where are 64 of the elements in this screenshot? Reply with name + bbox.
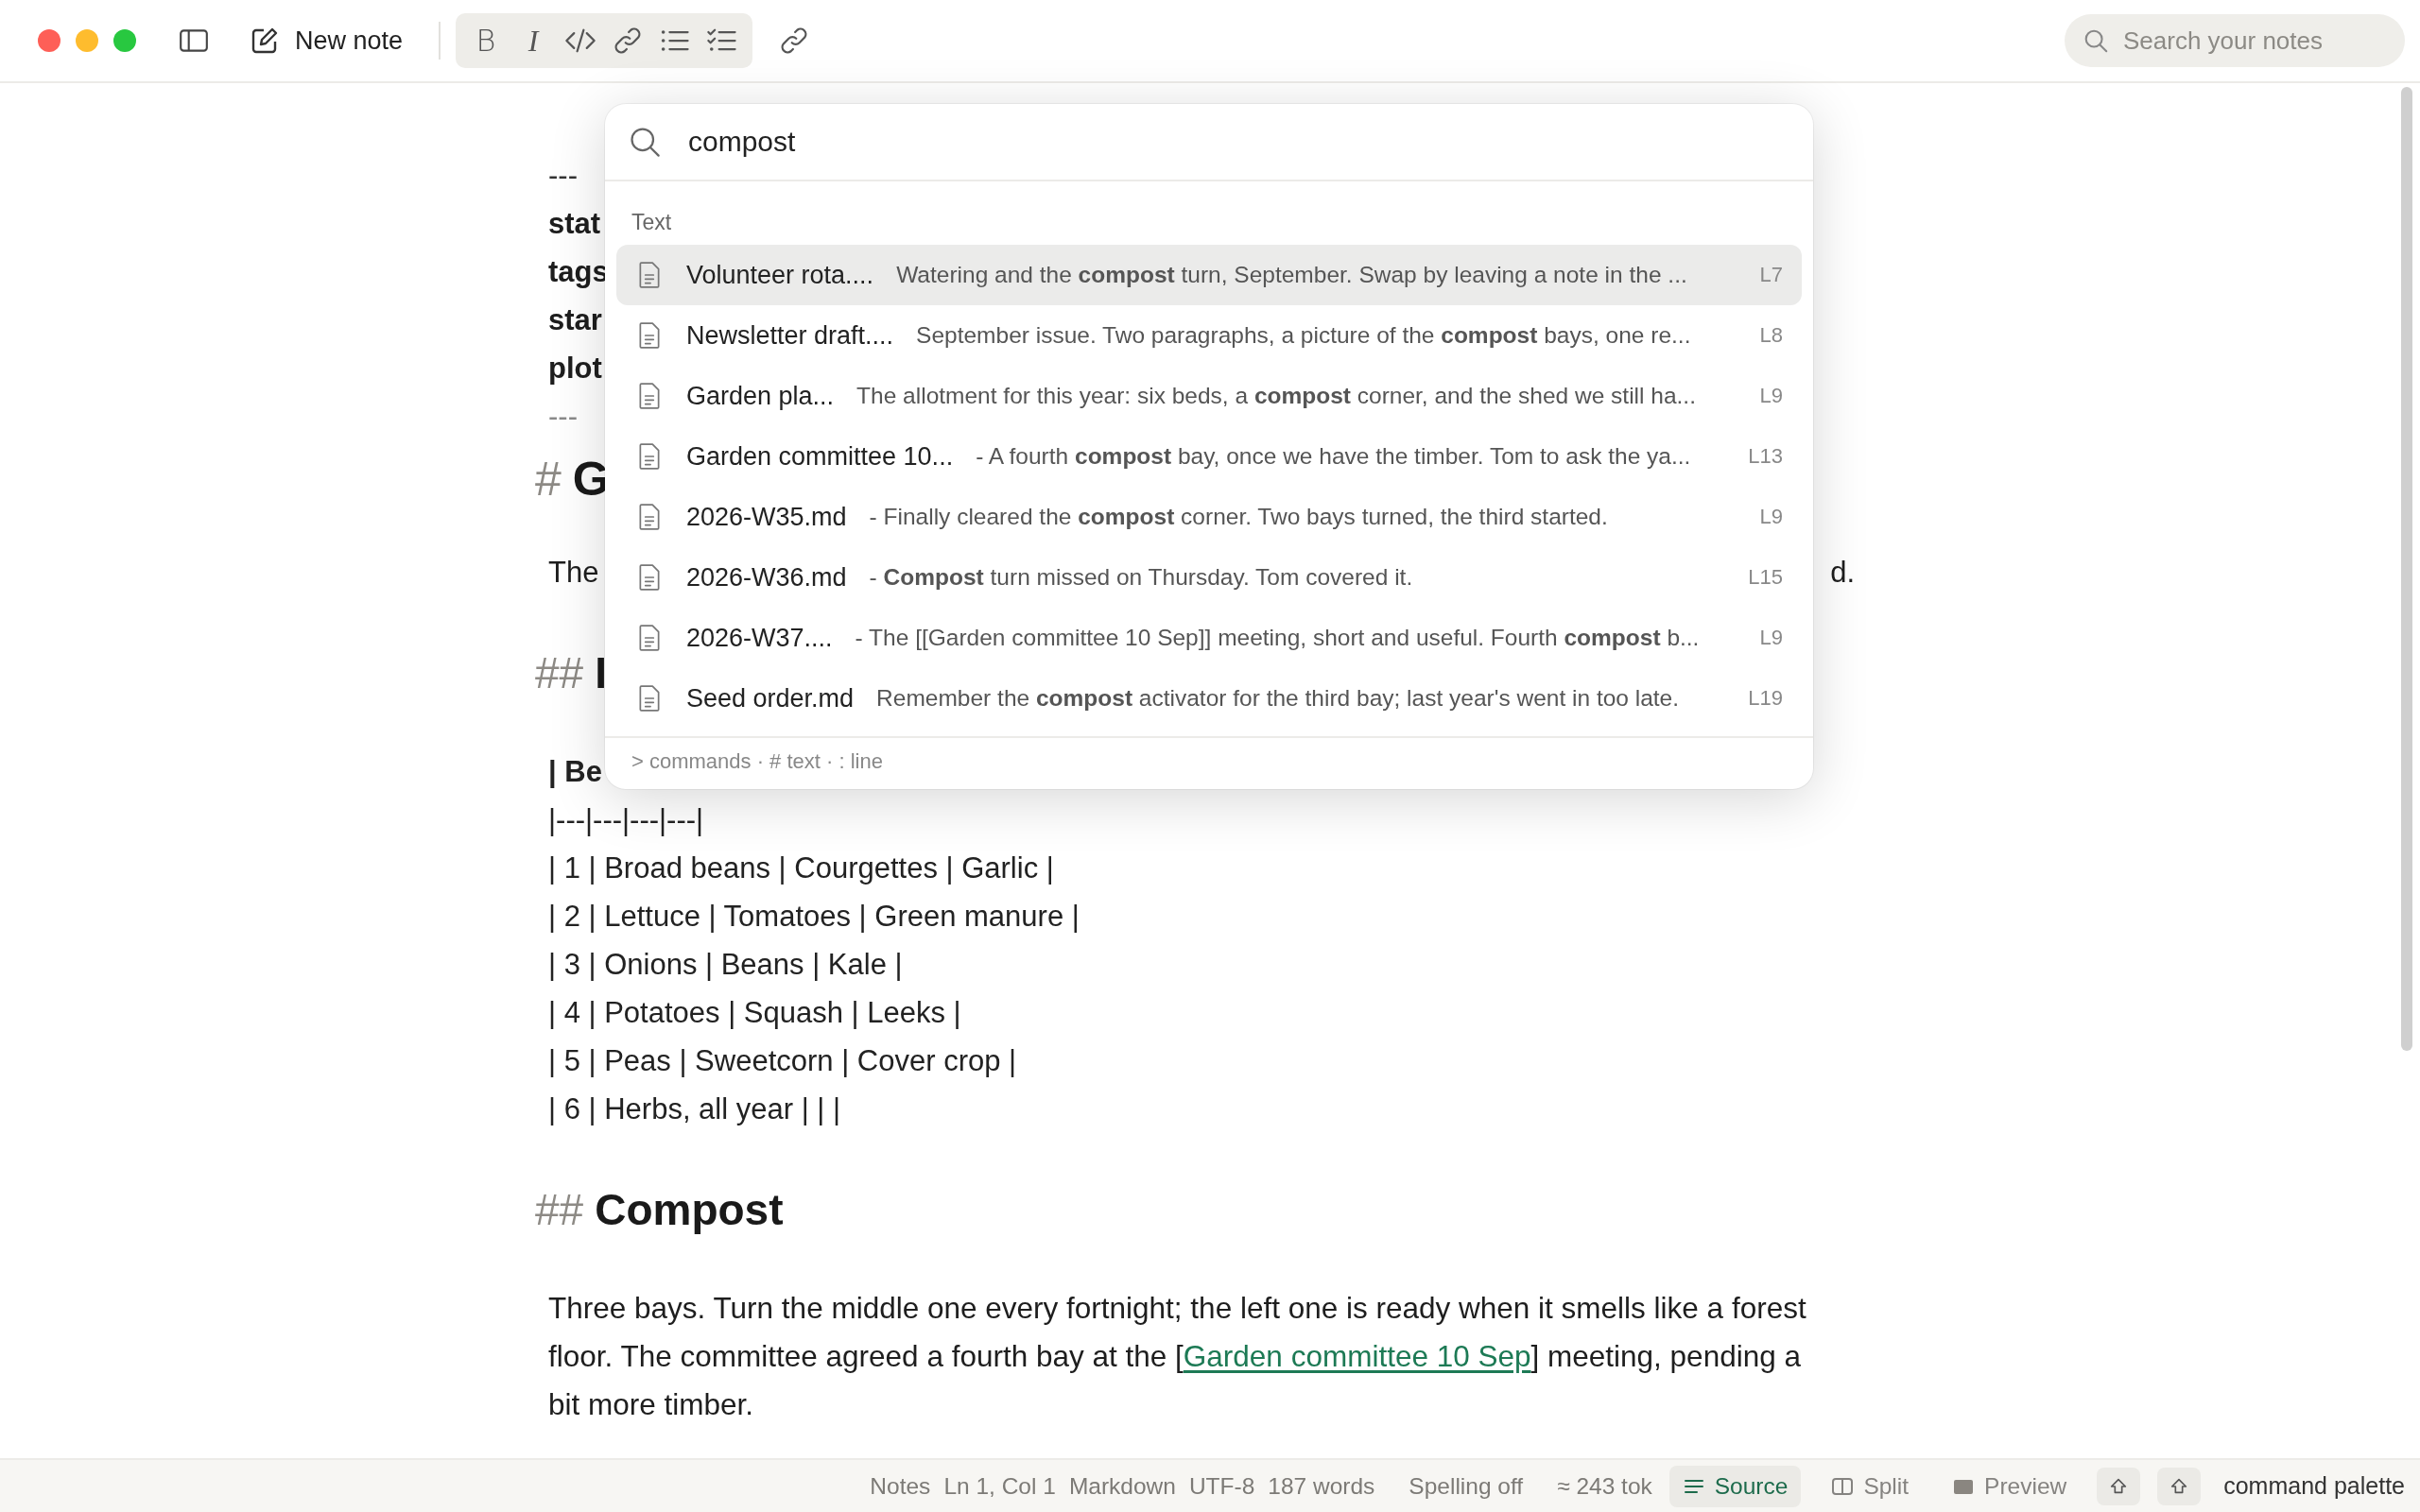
section-label: Text — [631, 209, 673, 236]
document-icon — [637, 261, 662, 289]
table-row-text: | 5 | Peas | Sweetcorn | Cover crop | — [548, 1043, 1017, 1079]
table-row-text: | 4 | Potatoes | Squash | Leeks | — [548, 995, 961, 1031]
view-mode-button[interactable]: Split — [1818, 1465, 1923, 1507]
search-result[interactable]: 2026-W35.md - Finally cleared the compost corner. Two bays turned, the third started. L9 — [616, 487, 1802, 547]
frontmatter-key: stat — [548, 199, 601, 248]
shift-key-button[interactable] — [2157, 1467, 2202, 1505]
frontmatter-key: plot — [548, 344, 602, 392]
search-result[interactable]: 2026-W37.... - The [[Garden committee 10 Sep]] meeting, short and useful. Fourth compost b... L9 — [616, 608, 1802, 668]
search-result[interactable]: Newsletter draft.... September issue. Two paragraphs, a picture of the compost bays, one re... L8 — [616, 305, 1802, 366]
paragraph-text: Three bays. Turn the middle one every fortnight; the left one is ready when it smells like a forest floor. The committee agreed a fourth bay at the [Garden committee 10 Sep] meeting, pending a bit more timber. — [548, 1290, 1807, 1423]
token-count: ≈ 243 tok — [1557, 1472, 1652, 1500]
table-row-text: | 3 | Onions | Beans | Kale | — [548, 947, 903, 983]
search-result[interactable]: Garden pla... The allotment for this year: six beds, a compost corner, and the shed we still ha... L9 — [616, 366, 1802, 426]
scrollbar-thumb[interactable] — [2401, 87, 2412, 1051]
table-row-text: | 2 | Lettuce | Tomatoes | Green manure | — [548, 899, 1080, 935]
search-result[interactable]: Volunteer rota.... Watering and the compost turn, September. Swap by leaving a note in the ... L7 — [616, 245, 1802, 305]
frontmatter-key: tags — [548, 248, 609, 296]
document-icon — [637, 684, 662, 713]
status-item: Notes — [870, 1472, 931, 1500]
view-mode-button[interactable]: Source — [1668, 1465, 1802, 1507]
frontmatter-key: star — [548, 296, 602, 344]
palette-search-field[interactable]: compost — [605, 104, 1813, 180]
status-item: 187 words — [1268, 1472, 1375, 1500]
note-link[interactable]: Garden committee 10 Sep — [1183, 1339, 1531, 1373]
document-icon — [637, 382, 662, 410]
heading-marker: # — [535, 452, 562, 507]
search-icon — [628, 125, 662, 159]
search-field[interactable]: Search your notes — [2065, 14, 2405, 67]
italic-button[interactable]: I — [516, 23, 551, 59]
palette-hint: > commands · # text · : line — [605, 736, 1813, 789]
heading-text: G — [572, 452, 610, 507]
document-icon — [637, 563, 662, 592]
search-result[interactable]: Seed order.md Remember the compost activator for the third bay; last year's went in too late. L19 — [616, 668, 1802, 729]
document-icon — [637, 321, 662, 350]
shift-key-button[interactable] — [2097, 1467, 2141, 1505]
view-mode-button[interactable]: Preview — [1939, 1465, 2081, 1507]
status-item: Ln 1, Col 1 — [943, 1472, 1056, 1500]
command-palette-link[interactable]: command palette — [2223, 1472, 2405, 1500]
heading-text: Compost — [595, 1184, 784, 1236]
status-item: UTF-8 — [1188, 1472, 1255, 1500]
table-header-row-text: | Be — [548, 754, 602, 790]
document-icon — [637, 624, 662, 652]
paragraph-text: The — [548, 555, 599, 591]
compose-icon — [250, 26, 280, 56]
table-row-text: | 1 | Broad beans | Courgettes | Garlic | — [548, 850, 1054, 886]
paragraph-text: d. — [1830, 555, 1855, 591]
new-note-button[interactable]: New note — [250, 26, 404, 56]
document-icon — [637, 442, 662, 471]
heading-marker: ## — [535, 647, 584, 699]
status-item: Markdown — [1068, 1472, 1176, 1500]
close-button[interactable] — [38, 29, 60, 52]
table-row-text: | 6 | Herbs, all year | | | — [548, 1091, 841, 1127]
search-result[interactable]: 2026-W36.md - Compost turn missed on Thursday. Tom covered it. L15 — [616, 547, 1802, 608]
frontmatter-delimiter: --- — [548, 399, 578, 435]
document-icon — [637, 503, 662, 531]
search-result[interactable]: Garden committee 10... - A fourth compost bay, once we have the timber. Tom to ask the ya... L13 — [616, 426, 1802, 487]
heading-text: I — [595, 647, 607, 699]
spelling-status[interactable]: Spelling off — [1409, 1472, 1524, 1500]
table-separator-row-text: |---|---|---|---| — [548, 802, 704, 838]
heading-marker: ## — [535, 1184, 584, 1236]
frontmatter-delimiter: --- — [548, 158, 578, 194]
bold-button[interactable]: B — [469, 23, 504, 59]
